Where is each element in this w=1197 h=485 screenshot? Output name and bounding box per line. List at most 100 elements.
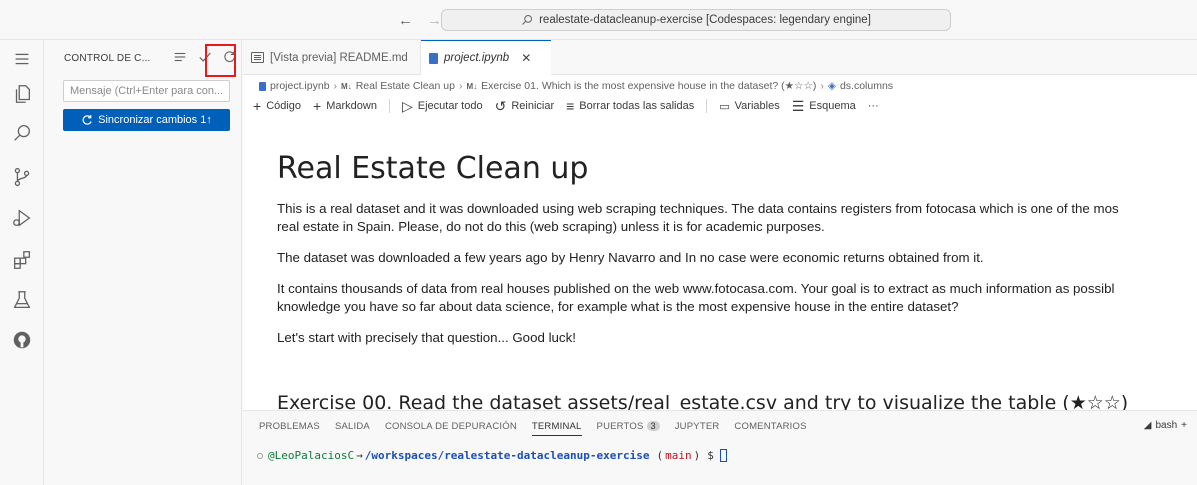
panel-tabs: PROBLEMAS SALIDA CONSOLA DE DEPURACIÓN T… bbox=[259, 421, 807, 436]
run-all-button[interactable]: ▷ Ejecutar todo bbox=[402, 98, 483, 115]
tab-label: project.ipynb bbox=[444, 52, 510, 64]
terminal-shell-selector[interactable]: ◢ bash + bbox=[1144, 420, 1187, 431]
preview-icon bbox=[251, 52, 264, 63]
restart-button[interactable]: ↺ Reiniciar bbox=[495, 98, 555, 115]
view-as-list-icon[interactable] bbox=[172, 48, 188, 66]
tab-terminal[interactable]: TERMINAL bbox=[531, 421, 582, 436]
add-code-label: Código bbox=[266, 100, 302, 112]
cell-heading: Real Estate Clean up bbox=[277, 151, 589, 186]
paragraph-line: The dataset was downloaded a few years a… bbox=[277, 250, 984, 265]
menu-icon[interactable] bbox=[9, 46, 35, 72]
source-control-icon[interactable] bbox=[9, 164, 35, 190]
breadcrumb: project.ipynb › M↓ Real Estate Clean up … bbox=[259, 78, 893, 94]
terminal-branch-close: ) bbox=[693, 449, 701, 462]
tab-ports[interactable]: PUERTOS 3 bbox=[597, 421, 660, 436]
sync-changes-button[interactable]: Sincronizar cambios 1↑ bbox=[63, 109, 230, 131]
paragraph-line: It contains thousands of data from real … bbox=[277, 281, 1115, 314]
tab-problems[interactable]: PROBLEMAS bbox=[259, 421, 320, 436]
run-all-icon: ▷ bbox=[401, 97, 413, 114]
clear-outputs-icon: ≡ bbox=[566, 98, 575, 114]
search-icon[interactable] bbox=[9, 120, 35, 146]
run-all-label: Ejecutar todo bbox=[417, 100, 483, 112]
tab-readme-preview[interactable]: [Vista previa] README.md bbox=[243, 40, 421, 75]
restart-icon: ↺ bbox=[494, 97, 507, 114]
add-code-button[interactable]: + Código bbox=[253, 98, 301, 114]
terminal-prompt[interactable]: @LeoPalaciosC → /workspaces/realestate-d… bbox=[257, 449, 727, 462]
tab-debug-console[interactable]: CONSOLA DE DEPURACIÓN bbox=[385, 421, 517, 436]
editor-tabs: [Vista previa] README.md project.ipynb ✕ bbox=[243, 40, 1197, 75]
add-terminal-icon[interactable]: + bbox=[1181, 420, 1187, 431]
search-icon bbox=[522, 15, 533, 25]
sync-button-label: Sincronizar cambios 1↑ bbox=[98, 114, 212, 126]
prompt-indicator-icon bbox=[257, 452, 263, 459]
clear-outputs-label: Borrar todas las salidas bbox=[579, 100, 695, 112]
breadcrumb-section[interactable]: Real Estate Clean up bbox=[356, 80, 455, 92]
terminal-user: @LeoPalaciosC bbox=[268, 449, 355, 462]
more-toolbar-button[interactable]: ··· bbox=[868, 100, 879, 112]
shell-label: bash bbox=[1155, 420, 1178, 431]
command-center[interactable]: realestate-datacleanup-exercise [Codespa… bbox=[441, 9, 951, 31]
toolbar-divider bbox=[388, 99, 390, 113]
testing-icon[interactable] bbox=[9, 287, 35, 313]
more-actions-highlight bbox=[205, 44, 236, 77]
symbol-field-icon: ◈ bbox=[827, 80, 836, 92]
markdown-cell[interactable]: Real Estate Clean up This is a real data… bbox=[277, 140, 1197, 347]
plus-icon: + bbox=[253, 98, 262, 114]
title-bar: ← → realestate-datacleanup-exercise [Cod… bbox=[0, 0, 1197, 40]
paragraph-line: This is a real dataset and it was downlo… bbox=[277, 201, 1119, 234]
notebook-icon bbox=[429, 52, 438, 64]
add-markdown-label: Markdown bbox=[326, 100, 377, 112]
paragraph-line: Let's start with precisely that question… bbox=[277, 330, 576, 345]
terminal-icon: ◢ bbox=[1143, 420, 1152, 431]
activity-bar bbox=[0, 40, 44, 485]
outline-icon: ☰ bbox=[791, 97, 805, 114]
add-markdown-button[interactable]: + Markdown bbox=[313, 98, 377, 114]
chevron-right-icon: › bbox=[333, 80, 338, 92]
ports-count-badge: 3 bbox=[646, 421, 660, 431]
outline-button[interactable]: ☰ Esquema bbox=[792, 98, 856, 115]
plus-icon: + bbox=[313, 98, 322, 114]
tab-project-notebook[interactable]: project.ipynb ✕ bbox=[421, 40, 551, 75]
chevron-right-icon: › bbox=[458, 80, 463, 92]
terminal-path: /workspaces/realestate-datacleanup-exerc… bbox=[364, 449, 650, 462]
tab-comments[interactable]: COMENTARIOS bbox=[734, 421, 806, 436]
sidebar-header: CONTROL DE C... ··· bbox=[44, 40, 261, 77]
outline-label: Esquema bbox=[809, 100, 856, 112]
extensions-icon[interactable] bbox=[9, 247, 35, 273]
terminal-branch: main bbox=[665, 449, 692, 462]
explorer-icon[interactable] bbox=[9, 81, 35, 107]
markdown-icon: M↓ bbox=[341, 81, 352, 91]
github-icon[interactable] bbox=[9, 327, 35, 353]
terminal-branch-open: ( bbox=[656, 449, 664, 462]
terminal-arrow: → bbox=[356, 449, 363, 462]
markdown-icon: M↓ bbox=[466, 81, 478, 91]
chevron-right-icon: › bbox=[820, 80, 824, 92]
forward-arrow-icon[interactable]: → bbox=[427, 12, 442, 29]
source-control-sidebar: CONTROL DE C... ··· Mensaje (Ctrl+Enter … bbox=[44, 40, 261, 485]
breadcrumb-section[interactable]: Exercise 01. Which is the most expensive… bbox=[481, 80, 816, 92]
variables-icon: ▭ bbox=[719, 100, 730, 113]
tab-label: [Vista previa] README.md bbox=[270, 51, 408, 64]
restart-label: Reiniciar bbox=[511, 100, 555, 112]
tab-output[interactable]: SALIDA bbox=[335, 421, 370, 436]
notebook-icon bbox=[259, 81, 266, 91]
sidebar-title: CONTROL DE C... bbox=[64, 53, 151, 64]
variables-label: Variables bbox=[734, 100, 780, 112]
tab-jupyter[interactable]: JUPYTER bbox=[675, 421, 720, 436]
notebook-toolbar: + Código + Markdown ▷ Ejecutar todo ↺ Reinic… bbox=[253, 95, 879, 117]
command-center-label: realestate-datacleanup-exercise [Codespa… bbox=[539, 14, 871, 26]
terminal-cursor bbox=[719, 449, 727, 462]
terminal-prompt-symbol: $ bbox=[707, 449, 714, 462]
clear-outputs-button[interactable]: ≡ Borrar todas las salidas bbox=[566, 98, 694, 114]
close-icon[interactable]: ✕ bbox=[521, 51, 531, 65]
bottom-panel: PROBLEMAS SALIDA CONSOLA DE DEPURACIÓN T… bbox=[243, 410, 1197, 485]
run-debug-icon[interactable] bbox=[9, 205, 35, 231]
variables-button[interactable]: ▭ Variables bbox=[719, 100, 779, 113]
breadcrumb-symbol[interactable]: ds.columns bbox=[840, 80, 893, 92]
commit-message-input[interactable]: Mensaje (Ctrl+Enter para con... bbox=[63, 80, 230, 102]
toolbar-divider bbox=[706, 99, 708, 113]
breadcrumb-file[interactable]: project.ipynb bbox=[270, 80, 330, 92]
navigation-arrows: ← → bbox=[398, 12, 442, 29]
back-arrow-icon[interactable]: ← bbox=[398, 12, 413, 29]
sync-icon bbox=[82, 115, 92, 125]
